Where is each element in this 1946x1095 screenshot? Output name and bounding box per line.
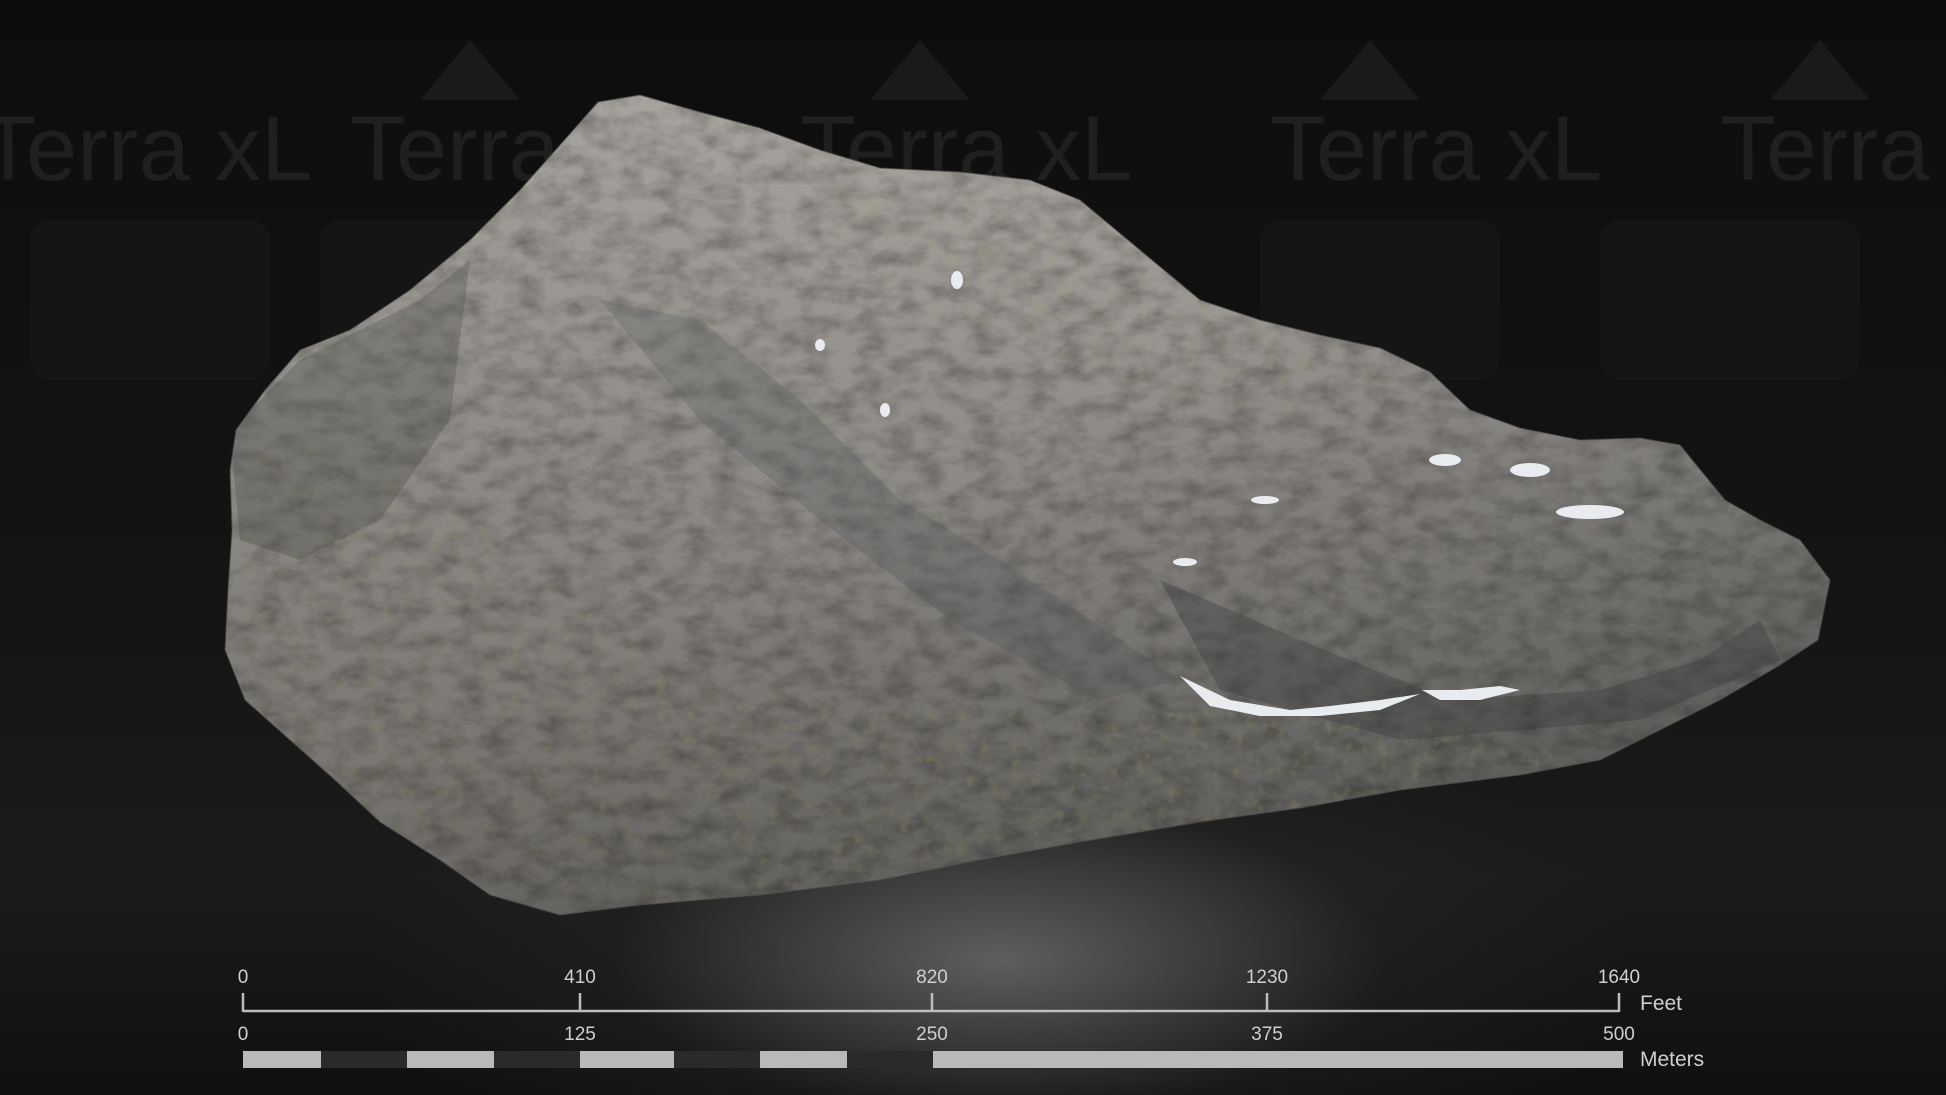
scale-bar: 0 410 820 1230 1640 Feet 0 125 250 375 5… — [0, 0, 1946, 1095]
meters-bar — [243, 1051, 1623, 1068]
viewer-canvas: Terra xL Terra xL Terra xL Terra xL Terr… — [0, 0, 1946, 1095]
meters-unit-label: Meters — [1640, 1048, 1705, 1071]
